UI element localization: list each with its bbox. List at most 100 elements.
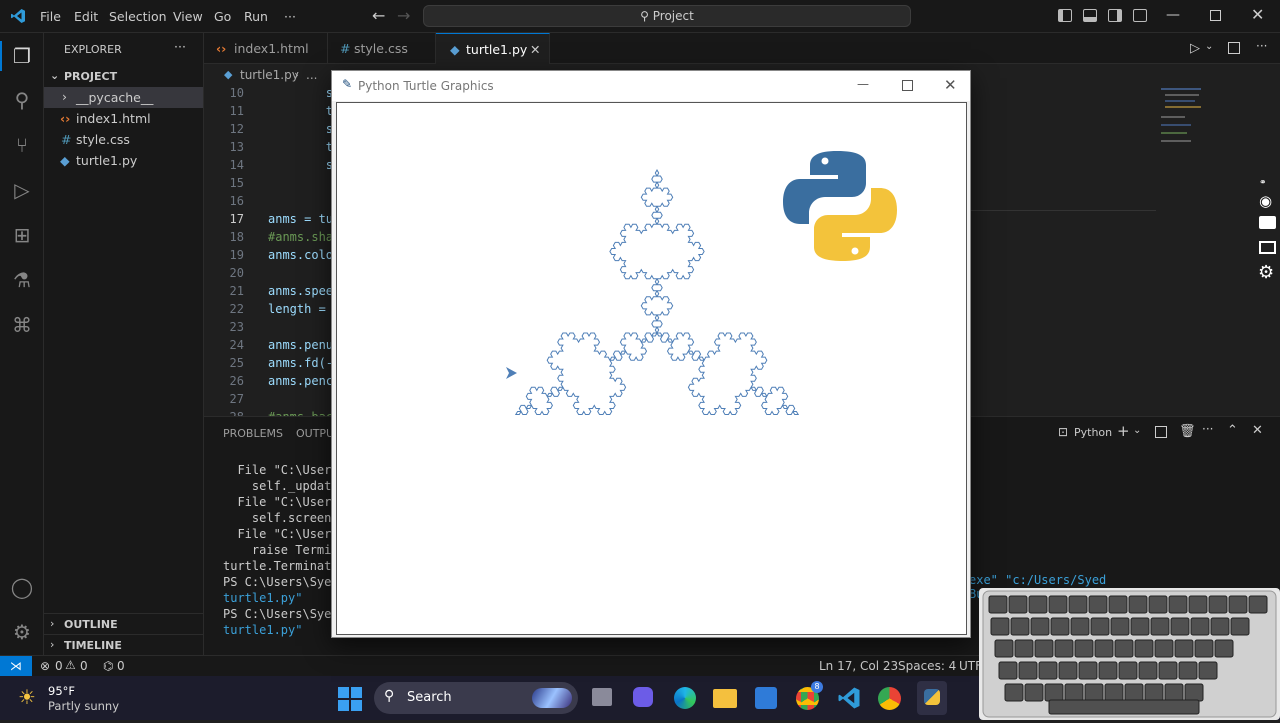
explorer-more-icon[interactable]: ···	[174, 39, 186, 54]
keyboard-key	[1088, 595, 1108, 614]
account-icon[interactable]: ◯	[10, 575, 34, 599]
taskbar-search-box[interactable]: ⚲ Search	[374, 682, 578, 714]
menu-file[interactable]: File	[40, 9, 61, 24]
error-count[interactable]: 0	[55, 659, 63, 673]
source-control-icon[interactable]: ⑂	[10, 133, 34, 157]
keyboard-key	[1174, 639, 1194, 658]
turtle-canvas[interactable]	[336, 102, 967, 635]
weather-condition[interactable]: Partly sunny	[48, 699, 119, 713]
breadcrumb-file[interactable]: turtle1.py	[240, 68, 299, 82]
menu-view[interactable]: View	[173, 9, 203, 24]
minimap[interactable]	[1159, 86, 1214, 156]
timeline-section[interactable]: TIMELINE	[64, 639, 122, 652]
trash-icon[interactable]: 🗑	[1179, 424, 1196, 439]
menu-selection[interactable]: Selection	[109, 9, 167, 24]
turtle-graphics-window[interactable]: ✎ Python Turtle Graphics — ✕	[331, 70, 971, 638]
camera-icon[interactable]: ◉	[1259, 192, 1272, 210]
editor-tabs: ‹› index1.html # style.css ◆ turtle1.py …	[204, 33, 1280, 64]
customize-layout-icon[interactable]	[1133, 9, 1147, 22]
chevron-down-icon[interactable]: ⌄	[1133, 425, 1141, 436]
search-highlight-icon	[532, 688, 572, 708]
teams-chat-icon[interactable]	[633, 687, 653, 707]
project-folder[interactable]: PROJECT	[64, 70, 117, 83]
python-taskbar-button[interactable]	[917, 681, 947, 715]
chevron-right-icon[interactable]: ›	[50, 617, 54, 630]
keyboard-key	[1214, 639, 1234, 658]
tab-turtle1-py[interactable]: ◆ turtle1.py ✕	[436, 33, 550, 64]
remote-icon[interactable]: ⌘	[10, 313, 34, 337]
panel-tab-problems[interactable]: PROBLEMS	[223, 427, 283, 440]
microsoft-store-icon[interactable]	[755, 687, 777, 709]
minimize-icon[interactable]: —	[857, 77, 869, 91]
maximize-panel-icon[interactable]: ⌃	[1227, 423, 1238, 438]
keyboard-key	[1198, 661, 1218, 680]
split-terminal-icon[interactable]	[1155, 426, 1167, 438]
new-terminal-icon[interactable]: +	[1117, 422, 1130, 440]
testing-icon[interactable]: ⚗	[10, 268, 34, 292]
split-editor-icon[interactable]	[1228, 42, 1240, 54]
canvas-drawing	[506, 151, 897, 415]
warning-count[interactable]: 0	[80, 659, 88, 673]
menu-run[interactable]: Run	[244, 9, 268, 24]
menu-more[interactable]: ···	[284, 9, 296, 24]
toggle-panel-icon[interactable]	[1083, 9, 1097, 22]
settings-gear-icon[interactable]: ⚙	[10, 620, 34, 644]
chrome-profile-icon[interactable]	[878, 687, 901, 710]
line-number: 17	[229, 212, 244, 226]
tab-index1-html[interactable]: ‹› index1.html	[204, 33, 328, 64]
file-explorer-icon[interactable]	[713, 689, 737, 708]
chevron-right-icon[interactable]: ›	[50, 638, 54, 651]
run-python-icon[interactable]: ▷	[1190, 41, 1200, 56]
toggle-sidebar-icon[interactable]	[1058, 9, 1072, 22]
chevron-down-icon[interactable]: ⌄	[50, 69, 59, 82]
feather-icon: ✎	[342, 77, 353, 91]
link-icon[interactable]: ⚭	[1259, 178, 1267, 188]
search-icon[interactable]: ⚲	[10, 88, 34, 112]
weather-temp[interactable]: 95°F	[48, 684, 75, 698]
tree-item-turtle1-py[interactable]: ◆ turtle1.py	[44, 150, 203, 171]
tree-item-style-css[interactable]: # style.css	[44, 129, 203, 150]
back-arrow-icon[interactable]: ←	[372, 6, 385, 25]
video-icon[interactable]	[1259, 216, 1276, 229]
menu-edit[interactable]: Edit	[74, 9, 98, 24]
window-capture-icon[interactable]	[1259, 241, 1276, 254]
keyboard-key	[1010, 617, 1030, 636]
more-actions-icon[interactable]: ···	[1202, 422, 1213, 436]
close-window-icon[interactable]: ✕	[944, 76, 957, 94]
close-panel-icon[interactable]: ✕	[1252, 423, 1263, 438]
minimize-icon[interactable]: —	[1166, 7, 1180, 23]
turtle-window-titlebar[interactable]: ✎ Python Turtle Graphics — ✕	[332, 71, 970, 101]
maximize-icon[interactable]	[902, 80, 913, 91]
run-debug-icon[interactable]: ▷	[10, 178, 34, 202]
cursor-position[interactable]: Ln 17, Col 23	[819, 659, 898, 673]
outline-section[interactable]: OUTLINE	[64, 618, 118, 631]
command-center-label: Project	[652, 9, 694, 23]
ports-count[interactable]: 0	[117, 659, 125, 673]
explorer-icon[interactable]: ❐	[10, 44, 34, 68]
menu-go[interactable]: Go	[214, 9, 231, 24]
close-window-icon[interactable]: ✕	[1251, 5, 1264, 24]
keyboard-key	[1094, 639, 1114, 658]
weather-sun-icon[interactable]: ☀	[18, 685, 36, 709]
forward-arrow-icon[interactable]: →	[397, 6, 410, 25]
remote-indicator-icon[interactable]: ⋊	[0, 656, 32, 676]
tree-item-index1-html[interactable]: ‹› index1.html	[44, 108, 203, 129]
breadcrumb-symbol[interactable]: ...	[306, 68, 317, 82]
windows-start-icon[interactable]	[338, 687, 362, 711]
tab-label: turtle1.py	[466, 42, 528, 57]
terminal-shell-label[interactable]: Python	[1074, 426, 1112, 439]
settings-gear-icon[interactable]: ⚙	[1258, 262, 1274, 283]
close-tab-icon[interactable]: ✕	[530, 34, 540, 65]
more-actions-icon[interactable]: ···	[1256, 39, 1267, 53]
indentation[interactable]: Spaces: 4	[898, 659, 956, 673]
task-view-icon[interactable]	[592, 688, 612, 706]
chevron-down-icon[interactable]: ⌄	[1205, 41, 1213, 52]
restore-icon[interactable]	[1210, 10, 1221, 21]
tree-item-pycache[interactable]: › __pycache__	[44, 87, 203, 108]
vscode-taskbar-icon[interactable]	[837, 686, 861, 710]
tab-style-css[interactable]: # style.css	[328, 33, 436, 64]
toggle-secondary-sidebar-icon[interactable]	[1108, 9, 1122, 22]
command-center[interactable]: ⚲ Project	[423, 5, 911, 27]
extensions-icon[interactable]: ⊞	[10, 223, 34, 247]
edge-browser-icon[interactable]	[674, 687, 696, 709]
